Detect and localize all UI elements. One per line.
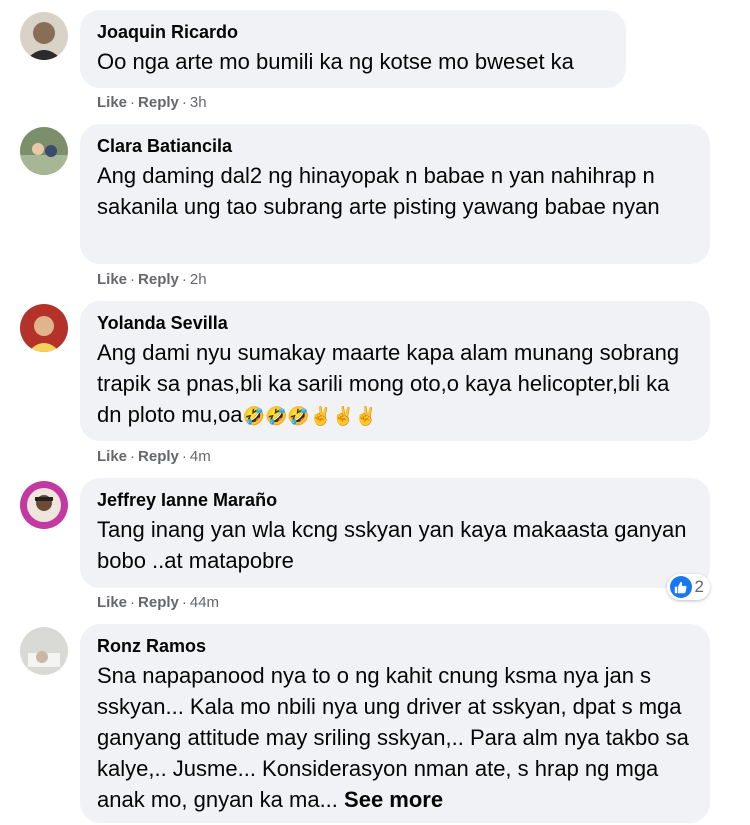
emoji-group: 🤣🤣🤣✌️✌️✌️	[242, 406, 378, 426]
comment-author[interactable]: Ronz Ramos	[97, 634, 692, 658]
comment-timestamp[interactable]: 2h	[190, 271, 207, 288]
comment-actions: Like · Reply · 3h	[97, 94, 207, 111]
reaction-count: 2	[694, 577, 704, 596]
avatar[interactable]	[20, 12, 68, 60]
comment-bubble: Joaquin Ricardo Oo nga arte mo bumili ka…	[80, 10, 626, 88]
comment-bubble: Jeffrey Ianne Maraño Tang inang yan wla …	[80, 478, 710, 600]
like-button[interactable]: Like	[97, 448, 127, 465]
comment-actions: Like · Reply · 44m	[97, 594, 220, 611]
reply-button[interactable]: Reply	[138, 448, 179, 465]
like-button[interactable]: Like	[97, 594, 127, 611]
comment-bubble: Ronz Ramos Sna napapanood nya to o ng ka…	[80, 624, 710, 823]
comment-author[interactable]: Clara Batiancila	[97, 134, 692, 158]
comment-timestamp[interactable]: 44m	[190, 594, 219, 611]
reaction-summary[interactable]: 2	[666, 574, 710, 600]
comment-author[interactable]: Joaquin Ricardo	[97, 20, 608, 44]
like-button[interactable]: Like	[97, 94, 127, 111]
comment-author[interactable]: Jeffrey Ianne Maraño	[97, 488, 692, 512]
comment-timestamp[interactable]: 3h	[190, 94, 207, 111]
avatar[interactable]	[20, 627, 68, 675]
reply-button[interactable]: Reply	[138, 271, 179, 288]
reply-button[interactable]: Reply	[138, 594, 179, 611]
comment-timestamp[interactable]: 4m	[190, 448, 211, 465]
comment-text: Sna napapanood nya to o ng kahit cnung k…	[97, 660, 692, 815]
avatar[interactable]	[20, 481, 68, 529]
avatar[interactable]	[20, 304, 68, 352]
comment-actions: Like · Reply · 4m	[97, 448, 211, 465]
comment-text: Ang dami nyu sumakay maarte kapa alam mu…	[97, 337, 692, 432]
comment-author[interactable]: Yolanda Sevilla	[97, 311, 692, 335]
reply-button[interactable]: Reply	[138, 94, 179, 111]
comment-actions: Like · Reply · 2h	[97, 271, 207, 288]
comment-bubble: Clara Batiancila Ang daming dal2 ng hina…	[80, 124, 710, 264]
comment-text: Ang daming dal2 ng hinayopak n babae n y…	[97, 163, 660, 219]
like-button[interactable]: Like	[97, 271, 127, 288]
avatar[interactable]	[20, 127, 68, 175]
comment-text: Oo nga arte mo bumili ka ng kotse mo bwe…	[97, 49, 574, 74]
comment-text: Tang inang yan wla kcng sskyan yan kaya …	[97, 517, 687, 573]
comment-bubble: Yolanda Sevilla Ang dami nyu sumakay maa…	[80, 301, 710, 441]
like-icon	[669, 576, 692, 598]
comment-text-body: Ang dami nyu sumakay maarte kapa alam mu…	[97, 340, 680, 427]
see-more-link[interactable]: See more	[344, 787, 443, 812]
